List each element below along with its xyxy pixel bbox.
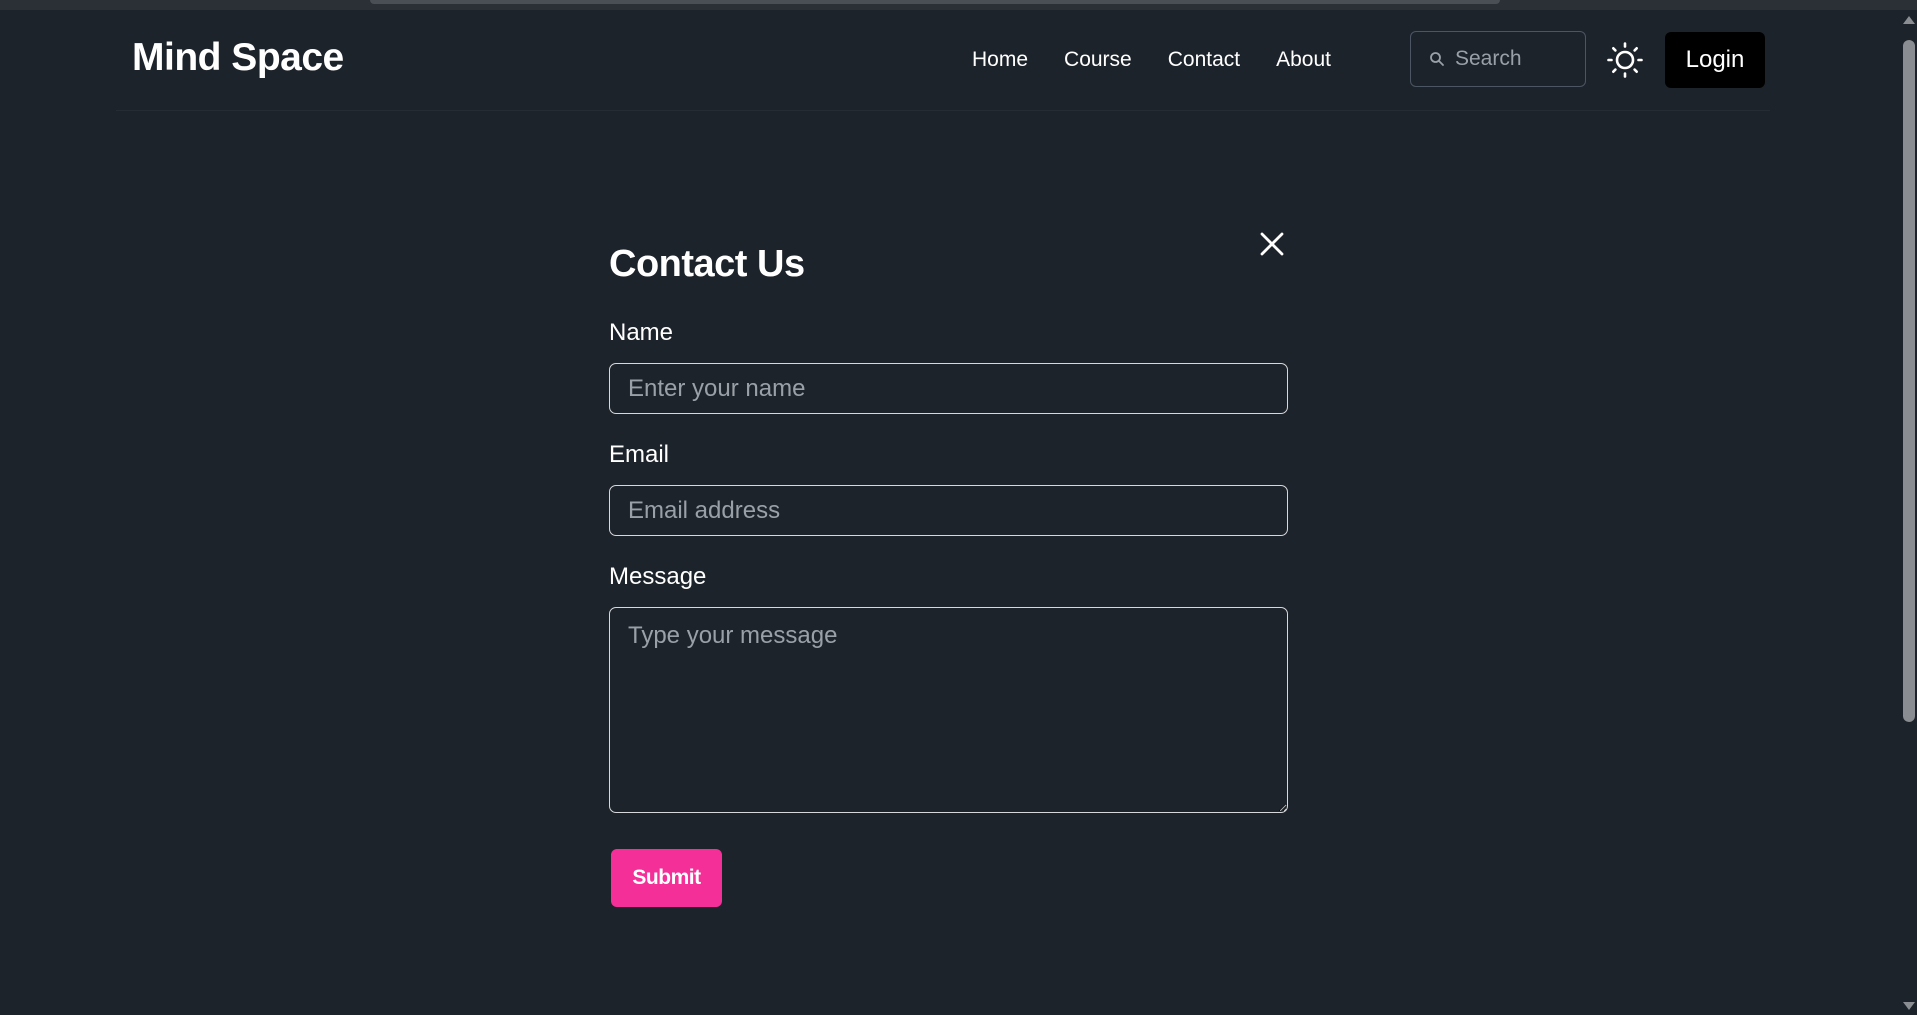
navbar: Mind Space Home Course Contact About Sea… <box>116 10 1770 111</box>
browser-top-strip <box>0 0 1917 10</box>
search-icon <box>1430 52 1444 66</box>
scroll-thumb[interactable] <box>1903 40 1915 722</box>
scroll-up-arrow-icon[interactable] <box>1903 16 1915 24</box>
theme-toggle[interactable] <box>1606 41 1644 79</box>
close-button[interactable] <box>1259 231 1285 257</box>
search-box[interactable] <box>1410 31 1586 87</box>
nav-link-contact[interactable]: Contact <box>1168 48 1240 72</box>
contact-title: Contact Us <box>609 243 805 285</box>
nav-link-course[interactable]: Course <box>1064 48 1132 72</box>
email-label: Email <box>609 441 670 468</box>
message-input[interactable] <box>609 607 1288 813</box>
message-label: Message <box>609 563 707 590</box>
sun-icon <box>1607 42 1643 78</box>
login-button[interactable]: Login <box>1665 32 1765 88</box>
name-label: Name <box>609 319 674 346</box>
submit-button[interactable]: Submit <box>611 849 722 907</box>
browser-tab-edge <box>370 0 1500 4</box>
scroll-down-arrow-icon[interactable] <box>1903 1002 1915 1010</box>
search-input[interactable] <box>1455 47 1565 71</box>
brand-logo[interactable]: Mind Space <box>132 36 344 80</box>
page: Mind Space Home Course Contact About Sea… <box>0 0 1917 1015</box>
scrollbar[interactable] <box>1900 10 1917 1015</box>
email-input[interactable] <box>609 485 1288 536</box>
nav-link-about[interactable]: About <box>1276 48 1331 72</box>
name-input[interactable] <box>609 363 1288 414</box>
close-icon <box>1260 232 1284 256</box>
nav-link-home[interactable]: Home <box>972 48 1028 72</box>
nav-links: Home Course Contact About <box>972 48 1367 72</box>
